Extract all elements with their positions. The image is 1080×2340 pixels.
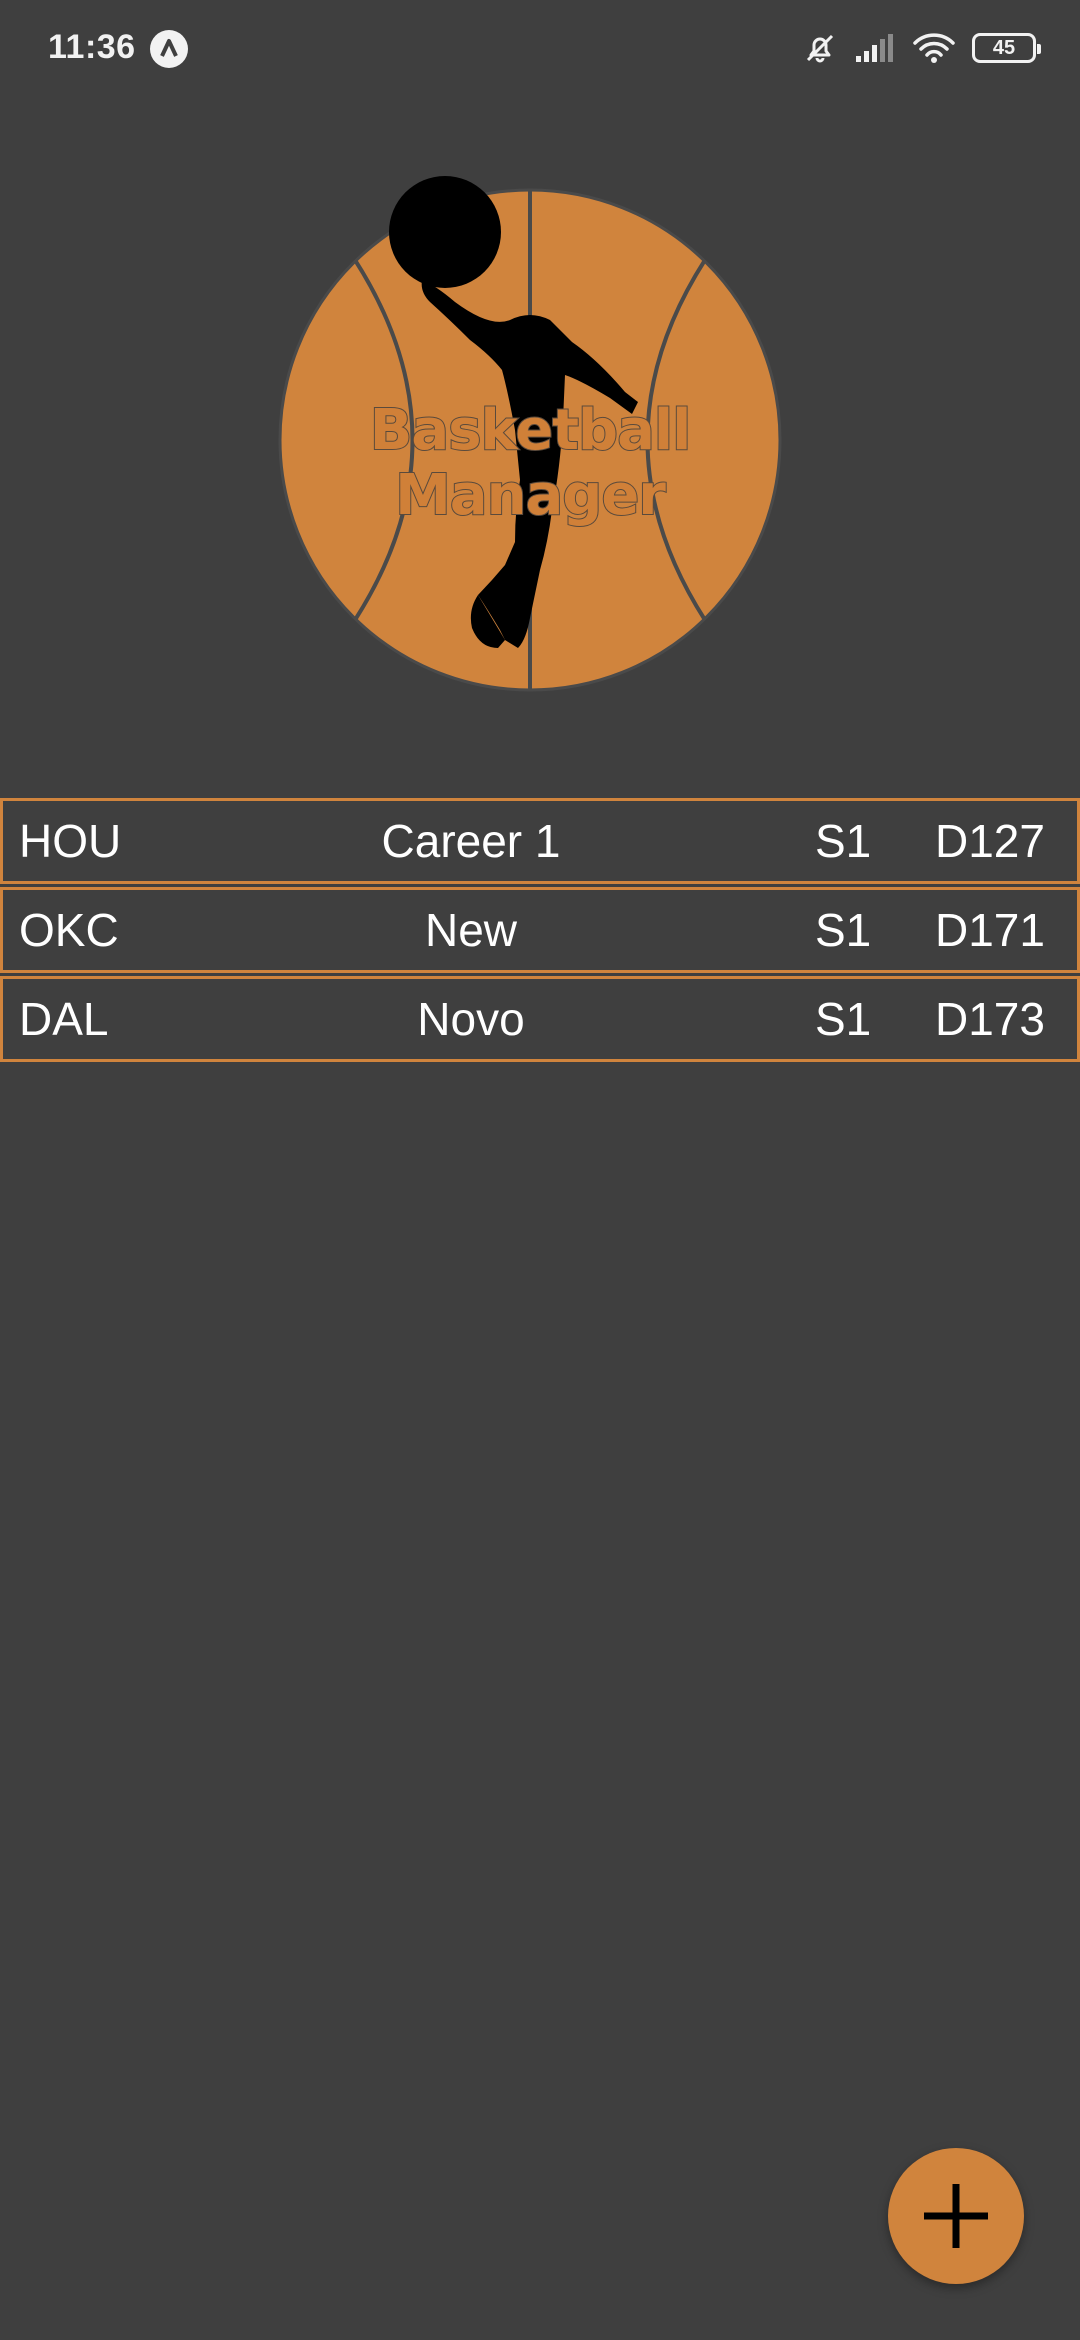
battery-icon: 45 xyxy=(972,33,1041,63)
app-logo: Basketball Manager xyxy=(230,170,850,710)
save-name: Career 1 xyxy=(381,815,561,867)
save-row[interactable]: HOU Career 1 S1 D127 xyxy=(0,798,1080,884)
status-bar: 11:36 45 xyxy=(0,0,1080,96)
mute-icon xyxy=(802,30,838,66)
save-day: D173 xyxy=(935,993,1045,1045)
battery-level: 45 xyxy=(992,36,1016,59)
app-notification-icon xyxy=(150,30,188,68)
status-time: 11:36 xyxy=(48,28,136,66)
save-name: Novo xyxy=(417,993,525,1045)
save-team: HOU xyxy=(19,815,122,867)
save-name: New xyxy=(424,904,518,956)
save-row[interactable]: OKC New S1 D171 xyxy=(0,887,1080,973)
save-day: D127 xyxy=(935,815,1045,867)
saves-list: HOU Career 1 S1 D127 OKC New S1 D171 DAL… xyxy=(0,798,1080,1065)
signal-icon xyxy=(854,32,896,64)
app-logo-title: Basketball Manager xyxy=(369,397,693,529)
save-season: S1 xyxy=(815,993,872,1045)
save-season: S1 xyxy=(815,904,872,956)
add-save-button[interactable] xyxy=(888,2148,1024,2284)
plus-icon xyxy=(924,2184,988,2248)
wifi-icon xyxy=(912,31,956,65)
save-season: S1 xyxy=(815,815,872,867)
save-team: OKC xyxy=(19,904,119,956)
save-team: DAL xyxy=(19,993,109,1045)
save-row[interactable]: DAL Novo S1 D173 xyxy=(0,976,1080,1062)
save-day: D171 xyxy=(935,904,1045,956)
status-icons: 45 xyxy=(802,28,1041,68)
